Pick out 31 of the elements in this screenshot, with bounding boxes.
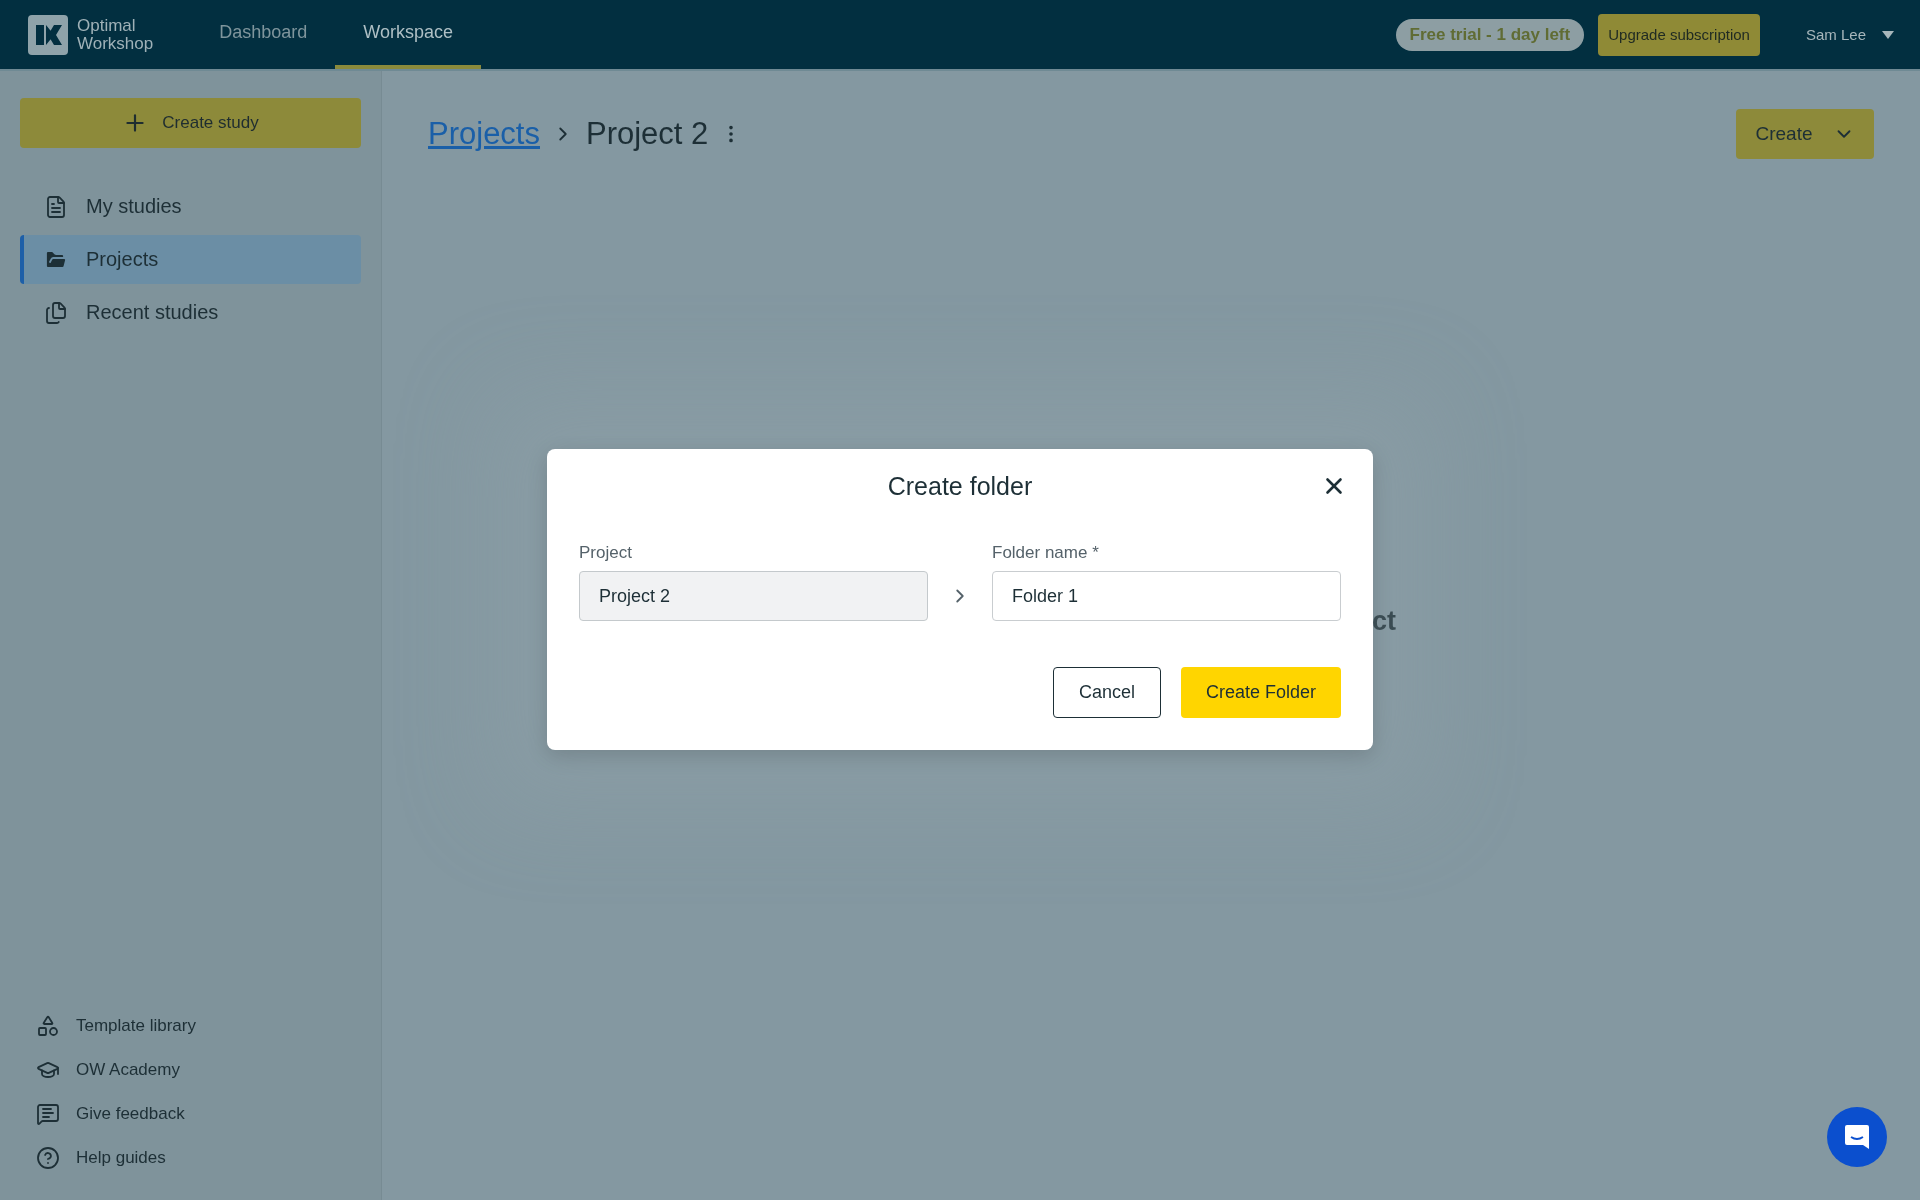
help-icon — [36, 1146, 60, 1170]
nav-tab[interactable]: Dashboard — [191, 0, 336, 69]
document-icon — [44, 194, 68, 219]
documents-icon — [44, 300, 68, 325]
empty-state-title: ct — [1372, 606, 1396, 637]
speech-bubble-icon — [36, 1102, 60, 1126]
trial-badge: Free trial - 1 day left — [1395, 18, 1585, 51]
caret-icon — [1882, 30, 1894, 39]
create-study-button[interactable]: Create study — [20, 98, 361, 148]
sidebar-link[interactable]: Give feedback — [20, 1092, 361, 1136]
field-label: Project — [579, 543, 633, 563]
sidebar-link[interactable]: Help guides — [20, 1136, 361, 1180]
chat-icon — [1843, 1123, 1871, 1151]
sidebar-item[interactable]: My studies — [20, 182, 361, 231]
cancel-button[interactable]: Cancel — [1052, 667, 1161, 718]
sidebar-item[interactable]: Recent studies — [20, 288, 361, 337]
input-field[interactable]: Folder 1 — [992, 571, 1341, 621]
dialog-title: Create folder — [887, 471, 1033, 501]
create-folder-button[interactable]: Create Folder — [1180, 667, 1341, 718]
page-title: Project 2 — [586, 116, 709, 152]
upgrade-button[interactable]: Upgrade subscription — [1598, 13, 1760, 56]
create-button[interactable]: Create — [1736, 109, 1874, 159]
logo-text: Optimal Workshop — [77, 16, 154, 53]
chat-button[interactable] — [1827, 1107, 1887, 1167]
sidebar-item[interactable]: Projects — [20, 235, 361, 284]
logo-icon — [28, 14, 68, 55]
shapes-icon — [36, 1014, 60, 1038]
sidebar-link[interactable]: Template library — [20, 1004, 361, 1048]
sidebar-link[interactable]: OW Academy — [20, 1048, 361, 1092]
field-label: Folder name * — [992, 543, 1100, 563]
user-menu[interactable]: Sam Lee — [1799, 25, 1900, 44]
